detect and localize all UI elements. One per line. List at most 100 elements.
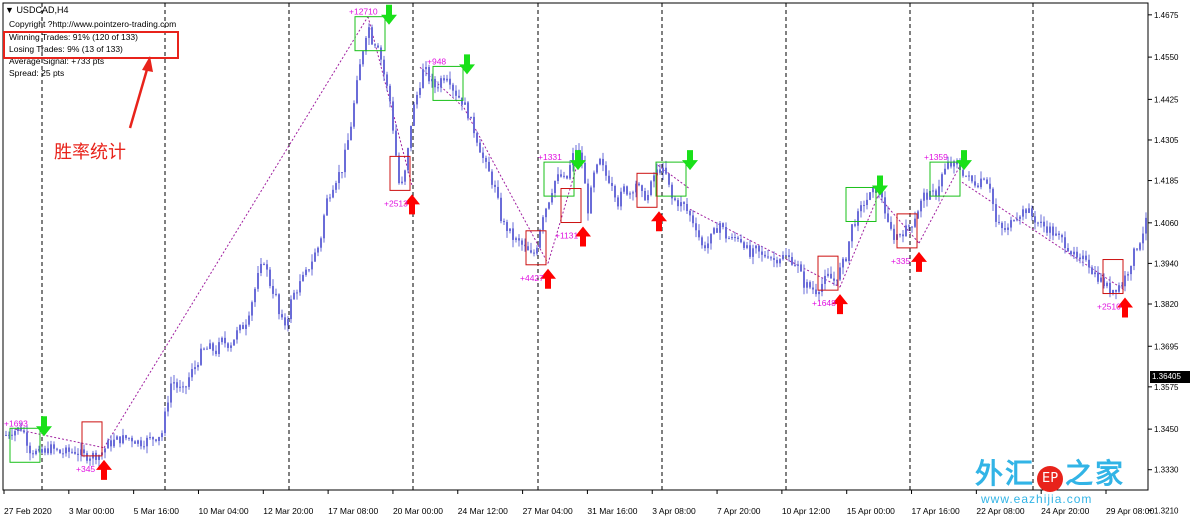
candle-body <box>212 343 214 351</box>
candle-body <box>806 282 808 288</box>
candle-body <box>653 175 655 182</box>
y-tick-label-9: 1.3575 <box>1154 383 1179 392</box>
candle-body <box>644 190 646 201</box>
candle-body <box>146 437 148 447</box>
x-tick-label-6: 20 Mar 00:00 <box>393 506 443 516</box>
candle-body <box>1124 275 1126 287</box>
candle-body <box>473 116 475 134</box>
candle-body <box>1016 218 1018 221</box>
candle-body <box>803 271 805 288</box>
candle-body <box>485 157 487 162</box>
candle-body <box>740 239 742 243</box>
candle-body <box>311 261 313 270</box>
candle-body <box>704 245 706 249</box>
candle-body <box>542 217 544 230</box>
candle-body <box>11 434 13 436</box>
candle-body <box>599 158 601 165</box>
candle-body <box>1055 233 1057 236</box>
candle-body <box>68 447 70 452</box>
candle-body <box>746 245 748 248</box>
candle-body <box>1004 228 1006 230</box>
candle-body <box>638 183 640 186</box>
candle-body <box>785 255 787 257</box>
candle-body <box>227 343 229 348</box>
candle-body <box>377 45 379 48</box>
candle-body <box>374 44 376 46</box>
candle-body <box>824 275 826 284</box>
candle-body <box>1019 216 1021 219</box>
candle-body <box>1052 226 1054 236</box>
watermark-url: www.eazhijia.com <box>981 492 1093 506</box>
candle-body <box>764 254 766 257</box>
candle-body <box>494 184 496 187</box>
candle-body <box>329 197 331 199</box>
candle-body <box>665 167 667 174</box>
profit-label-2: +12710 <box>349 7 378 17</box>
candle-body <box>629 193 631 195</box>
candle-body <box>155 439 157 441</box>
candle-body <box>95 452 97 460</box>
price-chart[interactable]: +1693 +345 +12710 +2513 +948 +4427 +1331 +1131 +… <box>0 0 1190 523</box>
candle-body <box>50 444 52 454</box>
candle-body <box>974 181 976 186</box>
candle-body <box>911 226 913 228</box>
candle-body <box>680 202 682 207</box>
candle-body <box>905 225 907 237</box>
candle-body <box>872 187 874 193</box>
profit-label-0: +1693 <box>4 418 28 428</box>
candle-body <box>794 264 796 266</box>
candle-body <box>257 273 259 289</box>
x-tick-label-10: 3 Apr 08:00 <box>652 506 696 516</box>
candle-body <box>1064 237 1066 249</box>
symbol-title[interactable]: ▼ USDCAD,H4 <box>5 5 68 15</box>
profit-label-5: +4427 <box>520 273 544 283</box>
candle-body <box>221 337 223 343</box>
candle-body <box>890 221 892 229</box>
candle-body <box>698 230 700 238</box>
candle-body <box>395 130 397 156</box>
dropdown-triangle-icon[interactable]: ▼ <box>5 5 14 15</box>
watermark-logo: 外汇 EP 之家 www.eazhijia.com <box>975 452 1125 506</box>
candle-body <box>407 148 409 171</box>
y-tick-label-1: 1.4550 <box>1154 53 1179 62</box>
candle-body <box>1142 233 1144 244</box>
candle-body <box>749 245 751 257</box>
watermark-badge: EP <box>1037 465 1064 492</box>
candle-body <box>164 411 166 434</box>
candle-body <box>1073 251 1075 255</box>
candle-body <box>593 172 595 188</box>
candle-body <box>1061 234 1063 238</box>
candle-body <box>122 435 124 444</box>
candle-body <box>380 47 382 60</box>
candle-body <box>530 250 532 253</box>
candle-body <box>437 87 439 89</box>
candle-body <box>983 178 985 180</box>
candle-body <box>341 172 343 174</box>
candle-body <box>338 172 340 184</box>
candle-body <box>305 269 307 275</box>
y-tick-label-11: 1.3330 <box>1154 466 1179 475</box>
x-tick-label-15: 22 Apr 08:00 <box>976 506 1024 516</box>
candle-body <box>14 431 16 436</box>
candle-body <box>197 364 199 368</box>
candle-body <box>491 171 493 185</box>
watermark-title: 外汇 EP 之家 <box>975 457 1126 492</box>
candle-body <box>848 241 850 261</box>
candle-body <box>173 382 175 384</box>
candle-body <box>725 226 727 239</box>
candle-body <box>791 257 793 265</box>
candle-body <box>308 269 310 271</box>
candle-body <box>989 183 991 189</box>
candle-body <box>797 264 799 266</box>
candle-body <box>143 446 145 448</box>
candle-body <box>419 87 421 95</box>
candle-body <box>854 224 856 226</box>
candle-body <box>602 158 604 166</box>
candle-body <box>563 175 565 177</box>
candle-body <box>914 218 916 227</box>
candle-body <box>74 451 76 454</box>
candle-body <box>962 170 964 176</box>
candle-body <box>1049 226 1051 233</box>
profit-label-12: +335 <box>891 256 910 266</box>
candle-body <box>83 449 85 454</box>
